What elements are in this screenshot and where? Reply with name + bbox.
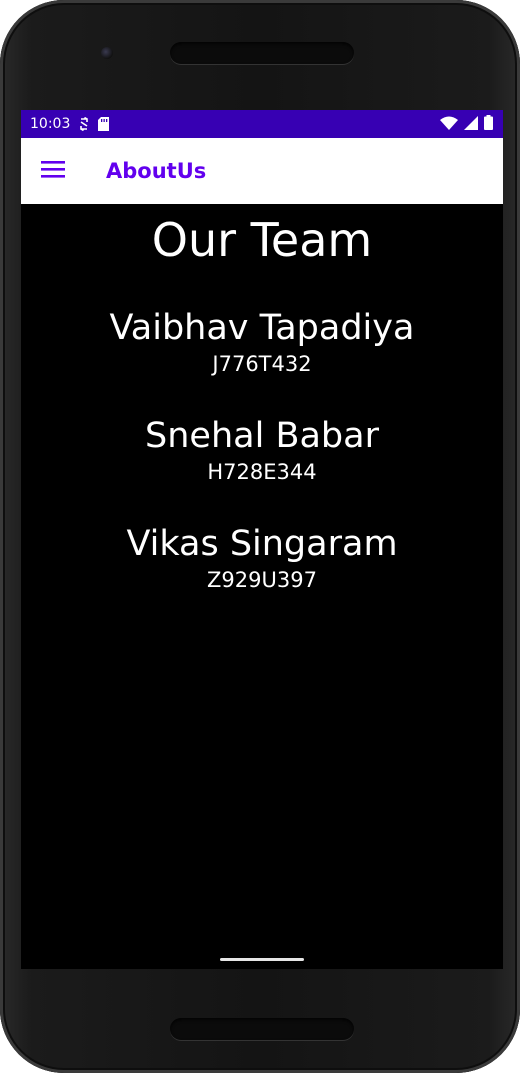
home-gesture-bar[interactable] [220, 958, 304, 961]
about-us-content: Our Team Vaibhav Tapadiya J776T432 Sneha… [21, 204, 503, 594]
sd-card-icon [98, 116, 109, 135]
member-id: H728E344 [207, 460, 317, 484]
member-name: Snehal Babar [145, 416, 379, 456]
member-name: Vikas Singaram [126, 524, 398, 564]
member-id: Z929U397 [207, 568, 317, 592]
app-toolbar: AboutUs [21, 138, 503, 204]
team-member: Vaibhav Tapadiya J776T432 [21, 308, 503, 378]
front-camera [101, 47, 113, 59]
status-time: 10:03 [30, 116, 71, 132]
member-id: J776T432 [212, 352, 312, 376]
team-member: Snehal Babar H728E344 [21, 416, 503, 486]
phone-frame: 10:03 AboutUs Our Team Vaibhav Tapadiya … [0, 0, 520, 1073]
status-notification-icons [78, 116, 109, 135]
navigation-menu-button[interactable] [33, 153, 73, 189]
member-name: Vaibhav Tapadiya [109, 308, 415, 348]
team-member: Vikas Singaram Z929U397 [21, 524, 503, 594]
battery-icon [484, 115, 493, 134]
page-title: Our Team [151, 213, 373, 267]
hamburger-menu-icon [41, 160, 65, 182]
top-speaker-grille [170, 42, 354, 64]
status-system-icons [440, 115, 493, 134]
wifi-icon [440, 115, 458, 134]
toolbar-title: AboutUs [106, 159, 207, 183]
status-bar: 10:03 [21, 110, 503, 138]
sync-icon [78, 116, 90, 135]
bottom-speaker-grille [170, 1018, 354, 1040]
device-screen: 10:03 AboutUs Our Team Vaibhav Tapadiya … [21, 110, 503, 969]
cellular-signal-icon [464, 115, 478, 134]
